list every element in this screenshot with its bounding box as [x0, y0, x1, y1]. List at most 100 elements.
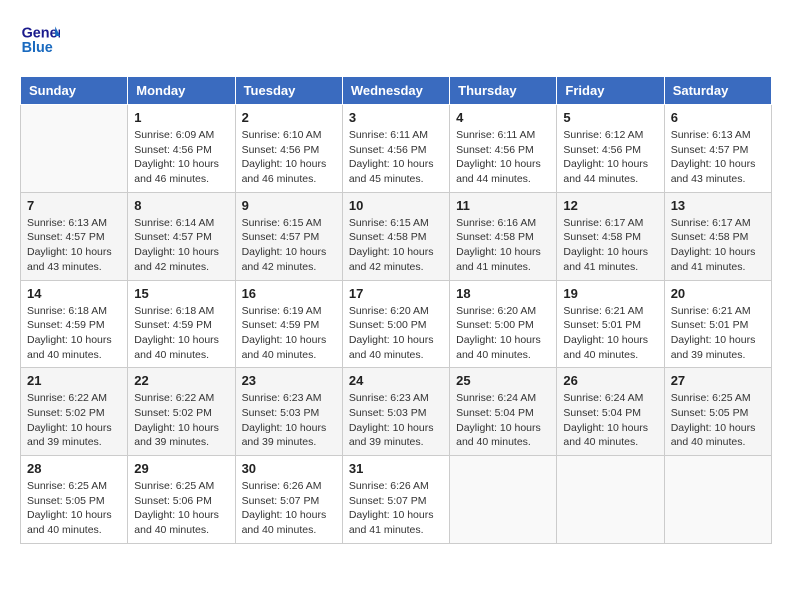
day-number: 19: [563, 286, 657, 301]
calendar-week-3: 14 Sunrise: 6:18 AMSunset: 4:59 PMDayligh…: [21, 280, 772, 368]
day-info: Sunrise: 6:22 AMSunset: 5:02 PMDaylight:…: [27, 391, 121, 450]
calendar-cell: [664, 456, 771, 544]
day-of-week-wednesday: Wednesday: [342, 77, 449, 105]
day-number: 21: [27, 373, 121, 388]
calendar-cell: 16Sunrise: 6:19 AMSunset: 4:59 PMDayligh…: [235, 280, 342, 368]
calendar-cell: [450, 456, 557, 544]
day-number: 31: [349, 461, 443, 476]
day-number: 26: [563, 373, 657, 388]
day-info: Sunrise: 6:25 AMSunset: 5:05 PMDaylight:…: [27, 479, 121, 538]
day-number: 24: [349, 373, 443, 388]
day-info: Sunrise: 6:15 AMSunset: 4:58 PMDaylight:…: [349, 216, 443, 275]
calendar-cell: 22 Sunrise: 6:22 AMSunset: 5:02 PMDayligh…: [128, 368, 235, 456]
svg-text:Blue: Blue: [22, 40, 53, 56]
day-number: 15: [134, 286, 228, 301]
day-info: Sunrise: 6:11 AMSunset: 4:56 PMDaylight:…: [349, 128, 443, 187]
calendar-cell: 7 Sunrise: 6:13 AMSunset: 4:57 PMDaylight…: [21, 192, 128, 280]
logo: General Blue: [20, 20, 64, 60]
calendar-cell: 5Sunrise: 6:12 AMSunset: 4:56 PMDaylight…: [557, 105, 664, 193]
calendar-cell: 18 Sunrise: 6:20 AMSunset: 5:00 PMDayligh…: [450, 280, 557, 368]
day-info: Sunrise: 6:18 AMSunset: 4:59 PMDaylight:…: [134, 304, 228, 363]
day-of-week-saturday: Saturday: [664, 77, 771, 105]
day-info: Sunrise: 6:13 AMSunset: 4:57 PMDaylight:…: [671, 128, 765, 187]
day-of-week-monday: Monday: [128, 77, 235, 105]
calendar-cell: 21 Sunrise: 6:22 AMSunset: 5:02 PMDayligh…: [21, 368, 128, 456]
calendar-cell: 30 Sunrise: 6:26 AMSunset: 5:07 PMDayligh…: [235, 456, 342, 544]
day-number: 28: [27, 461, 121, 476]
day-info: Sunrise: 6:24 AMSunset: 5:04 PMDaylight:…: [456, 391, 550, 450]
day-info: Sunrise: 6:18 AMSunset: 4:59 PMDaylight:…: [27, 304, 121, 363]
calendar-cell: 11 Sunrise: 6:16 AMSunset: 4:58 PMDayligh…: [450, 192, 557, 280]
day-info: Sunrise: 6:14 AMSunset: 4:57 PMDaylight:…: [134, 216, 228, 275]
calendar-table: SundayMondayTuesdayWednesdayThursdayFrid…: [20, 76, 772, 544]
day-info: Sunrise: 6:20 AMSunset: 5:00 PMDaylight:…: [456, 304, 550, 363]
calendar-cell: 6 Sunrise: 6:13 AMSunset: 4:57 PMDaylight…: [664, 105, 771, 193]
calendar-week-4: 21 Sunrise: 6:22 AMSunset: 5:02 PMDayligh…: [21, 368, 772, 456]
calendar-cell: 3 Sunrise: 6:11 AMSunset: 4:56 PMDaylight…: [342, 105, 449, 193]
calendar-week-5: 28 Sunrise: 6:25 AMSunset: 5:05 PMDayligh…: [21, 456, 772, 544]
day-number: 6: [671, 110, 765, 125]
page-header: General Blue: [20, 20, 772, 60]
day-number: 18: [456, 286, 550, 301]
calendar-cell: 9 Sunrise: 6:15 AMSunset: 4:57 PMDaylight…: [235, 192, 342, 280]
calendar-cell: 13 Sunrise: 6:17 AMSunset: 4:58 PMDayligh…: [664, 192, 771, 280]
calendar-cell: 2Sunrise: 6:10 AMSunset: 4:56 PMDaylight…: [235, 105, 342, 193]
calendar-cell: 1Sunrise: 6:09 AMSunset: 4:56 PMDaylight…: [128, 105, 235, 193]
day-number: 16: [242, 286, 336, 301]
day-info: Sunrise: 6:23 AMSunset: 5:03 PMDaylight:…: [349, 391, 443, 450]
day-number: 20: [671, 286, 765, 301]
calendar-cell: 29Sunrise: 6:25 AMSunset: 5:06 PMDayligh…: [128, 456, 235, 544]
day-number: 22: [134, 373, 228, 388]
day-number: 17: [349, 286, 443, 301]
day-of-week-friday: Friday: [557, 77, 664, 105]
calendar-week-2: 7 Sunrise: 6:13 AMSunset: 4:57 PMDaylight…: [21, 192, 772, 280]
calendar-cell: 27Sunrise: 6:25 AMSunset: 5:05 PMDayligh…: [664, 368, 771, 456]
day-number: 23: [242, 373, 336, 388]
day-info: Sunrise: 6:17 AMSunset: 4:58 PMDaylight:…: [671, 216, 765, 275]
day-info: Sunrise: 6:21 AMSunset: 5:01 PMDaylight:…: [563, 304, 657, 363]
calendar-cell: 4 Sunrise: 6:11 AMSunset: 4:56 PMDaylight…: [450, 105, 557, 193]
day-number: 8: [134, 198, 228, 213]
calendar-cell: 24 Sunrise: 6:23 AMSunset: 5:03 PMDayligh…: [342, 368, 449, 456]
day-info: Sunrise: 6:13 AMSunset: 4:57 PMDaylight:…: [27, 216, 121, 275]
day-number: 14: [27, 286, 121, 301]
calendar-body: 1Sunrise: 6:09 AMSunset: 4:56 PMDaylight…: [21, 105, 772, 544]
day-of-week-thursday: Thursday: [450, 77, 557, 105]
day-info: Sunrise: 6:26 AMSunset: 5:07 PMDaylight:…: [242, 479, 336, 538]
day-info: Sunrise: 6:17 AMSunset: 4:58 PMDaylight:…: [563, 216, 657, 275]
calendar-cell: 15 Sunrise: 6:18 AMSunset: 4:59 PMDayligh…: [128, 280, 235, 368]
day-info: Sunrise: 6:21 AMSunset: 5:01 PMDaylight:…: [671, 304, 765, 363]
day-info: Sunrise: 6:15 AMSunset: 4:57 PMDaylight:…: [242, 216, 336, 275]
day-number: 7: [27, 198, 121, 213]
day-of-week-tuesday: Tuesday: [235, 77, 342, 105]
calendar-cell: 31 Sunrise: 6:26 AMSunset: 5:07 PMDayligh…: [342, 456, 449, 544]
day-info: Sunrise: 6:11 AMSunset: 4:56 PMDaylight:…: [456, 128, 550, 187]
day-info: Sunrise: 6:20 AMSunset: 5:00 PMDaylight:…: [349, 304, 443, 363]
day-info: Sunrise: 6:26 AMSunset: 5:07 PMDaylight:…: [349, 479, 443, 538]
day-number: 12: [563, 198, 657, 213]
day-number: 11: [456, 198, 550, 213]
calendar-cell: [557, 456, 664, 544]
day-number: 27: [671, 373, 765, 388]
calendar-cell: 26 Sunrise: 6:24 AMSunset: 5:04 PMDayligh…: [557, 368, 664, 456]
day-of-week-sunday: Sunday: [21, 77, 128, 105]
day-number: 10: [349, 198, 443, 213]
calendar-cell: 23Sunrise: 6:23 AMSunset: 5:03 PMDayligh…: [235, 368, 342, 456]
day-number: 3: [349, 110, 443, 125]
day-info: Sunrise: 6:09 AMSunset: 4:56 PMDaylight:…: [134, 128, 228, 187]
calendar-cell: 19 Sunrise: 6:21 AMSunset: 5:01 PMDayligh…: [557, 280, 664, 368]
day-number: 4: [456, 110, 550, 125]
day-number: 30: [242, 461, 336, 476]
calendar-cell: 8 Sunrise: 6:14 AMSunset: 4:57 PMDaylight…: [128, 192, 235, 280]
calendar-cell: 28 Sunrise: 6:25 AMSunset: 5:05 PMDayligh…: [21, 456, 128, 544]
day-info: Sunrise: 6:12 AMSunset: 4:56 PMDaylight:…: [563, 128, 657, 187]
day-info: Sunrise: 6:24 AMSunset: 5:04 PMDaylight:…: [563, 391, 657, 450]
calendar-cell: 17 Sunrise: 6:20 AMSunset: 5:00 PMDayligh…: [342, 280, 449, 368]
day-number: 9: [242, 198, 336, 213]
day-info: Sunrise: 6:16 AMSunset: 4:58 PMDaylight:…: [456, 216, 550, 275]
calendar-cell: 14 Sunrise: 6:18 AMSunset: 4:59 PMDayligh…: [21, 280, 128, 368]
calendar-cell: 20 Sunrise: 6:21 AMSunset: 5:01 PMDayligh…: [664, 280, 771, 368]
day-number: 13: [671, 198, 765, 213]
logo-icon: General Blue: [20, 20, 60, 60]
day-info: Sunrise: 6:22 AMSunset: 5:02 PMDaylight:…: [134, 391, 228, 450]
